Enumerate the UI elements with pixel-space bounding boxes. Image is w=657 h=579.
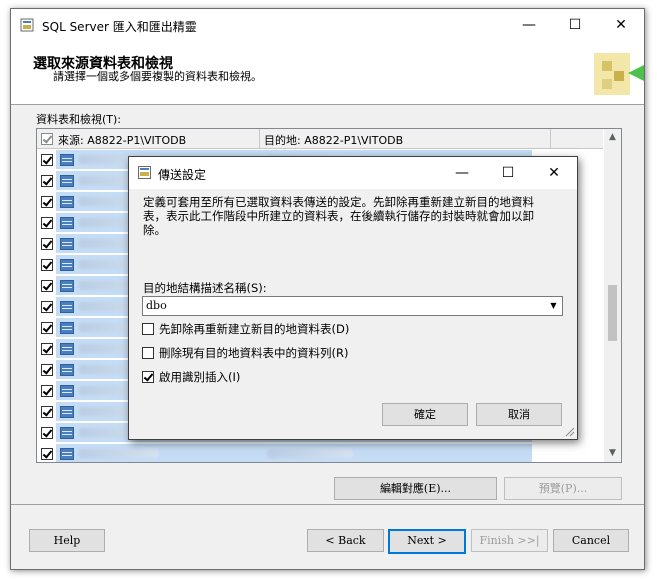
page-subtitle: 請選擇一個或多個要複製的資料表和檢視。	[53, 70, 262, 83]
title-bar: SQL Server 匯入和匯出精靈 — ☐ ✕	[11, 9, 644, 41]
schema-label: 目的地結構描述名稱(S):	[143, 281, 267, 295]
resize-grip-icon[interactable]	[564, 426, 575, 437]
minimize-button[interactable]: —	[506, 9, 552, 41]
row-checkbox[interactable]	[41, 301, 53, 313]
chevron-down-icon[interactable]: ▼	[544, 297, 562, 315]
identity-insert-label: 啟用識別插入(I)	[159, 370, 241, 384]
identity-insert-checkbox[interactable]	[142, 371, 154, 383]
table-icon	[60, 175, 74, 187]
minimize-icon: —	[522, 17, 536, 33]
table-icon	[60, 259, 74, 271]
row-checkbox[interactable]	[41, 448, 53, 460]
scroll-down-icon[interactable]: ▼	[604, 445, 621, 462]
drop-recreate-label: 先卸除再重新建立新目的地資料表(D)	[159, 322, 350, 336]
schema-value: dbo	[146, 299, 167, 312]
table-icon	[60, 322, 74, 334]
table-icon	[60, 301, 74, 313]
source-column-header: 來源: A8822-P1\VITODB	[37, 129, 260, 148]
destination-column-label: 目的地: A8822-P1\VITODB	[264, 134, 404, 147]
dialog-cancel-button[interactable]: 取消	[476, 403, 562, 426]
scroll-up-icon[interactable]: ▲	[604, 129, 621, 146]
maximize-icon: ☐	[501, 165, 515, 181]
row-checkbox[interactable]	[41, 217, 53, 229]
close-icon: ✕	[615, 17, 627, 33]
table-icon	[60, 196, 74, 208]
dialog-description: 定義可套用至所有已選取資料表傳送的設定。先卸除再重新建立新目的地資料表，表示此工…	[143, 195, 534, 237]
wizard-header: 選取來源資料表和檢視 請選擇一個或多個要複製的資料表和檢視。	[11, 41, 644, 105]
row-checkbox[interactable]	[41, 196, 53, 208]
wizard-logo-icon	[594, 53, 644, 95]
back-button[interactable]: < Back	[307, 529, 384, 552]
destination-name-redacted	[267, 449, 353, 458]
table-icon	[60, 364, 74, 376]
row-checkbox[interactable]	[41, 364, 53, 376]
table-icon	[60, 280, 74, 292]
table-icon	[60, 154, 74, 166]
row-checkbox[interactable]	[41, 343, 53, 355]
table-icon	[60, 238, 74, 250]
maximize-button[interactable]: ☐	[552, 9, 598, 41]
grid-header: 來源: A8822-P1\VITODB 目的地: A8822-P1\VITODB	[37, 129, 603, 149]
row-checkbox[interactable]	[41, 406, 53, 418]
row-checkbox[interactable]	[41, 280, 53, 292]
schema-combobox[interactable]: dbo ▼	[142, 296, 563, 316]
delete-rows-label: 刪除現有目的地資料表中的資料列(R)	[159, 346, 349, 360]
app-icon	[20, 18, 34, 32]
minimize-icon: —	[455, 165, 469, 181]
source-name-redacted	[79, 449, 159, 458]
dialog-maximize-button[interactable]: ☐	[485, 157, 531, 189]
maximize-icon: ☐	[568, 17, 582, 33]
source-column-label: 來源: A8822-P1\VITODB	[58, 134, 187, 147]
table-icon	[60, 427, 74, 439]
row-checkbox[interactable]	[41, 175, 53, 187]
table-icon	[60, 406, 74, 418]
delete-rows-checkbox[interactable]	[142, 347, 154, 359]
table-icon	[60, 217, 74, 229]
close-icon: ✕	[548, 165, 560, 181]
close-button[interactable]: ✕	[598, 9, 644, 41]
footer-divider	[11, 504, 644, 505]
cancel-button[interactable]: Cancel	[553, 529, 629, 552]
transfer-settings-dialog: 傳送設定 — ☐ ✕ 定義可套用至所有已選取資料表傳送的設定。先卸除再重新建立新…	[128, 156, 578, 440]
table-icon	[60, 385, 74, 397]
next-button[interactable]: Next >	[388, 529, 466, 554]
dialog-title: 傳送設定	[158, 168, 207, 182]
dialog-app-icon	[138, 166, 151, 179]
table-icon	[60, 448, 74, 460]
destination-column-header: 目的地: A8822-P1\VITODB	[260, 129, 551, 148]
row-checkbox[interactable]	[41, 259, 53, 271]
finish-button[interactable]: Finish >>|	[471, 529, 548, 552]
dialog-ok-button[interactable]: 確定	[382, 403, 468, 426]
row-checkbox[interactable]	[41, 427, 53, 439]
preview-button[interactable]: 預覽(P)...	[504, 477, 622, 500]
row-checkbox[interactable]	[41, 238, 53, 250]
drop-recreate-checkbox[interactable]	[142, 323, 154, 335]
row-checkbox[interactable]	[41, 154, 53, 166]
dialog-title-bar: 傳送設定 — ☐ ✕	[129, 157, 577, 189]
table-row[interactable]	[37, 443, 603, 462]
table-icon	[60, 343, 74, 355]
help-button[interactable]: Help	[29, 529, 105, 552]
row-checkbox[interactable]	[41, 385, 53, 397]
grid-scrollbar[interactable]: ▲ ▼	[604, 129, 621, 462]
window-title: SQL Server 匯入和匯出精靈	[42, 20, 197, 34]
edit-mappings-button[interactable]: 編輯對應(E)...	[334, 477, 497, 500]
select-all-checkbox[interactable]	[41, 133, 53, 145]
scroll-thumb[interactable]	[608, 285, 617, 341]
dialog-close-button[interactable]: ✕	[531, 157, 577, 189]
tables-label: 資料表和檢視(T):	[36, 113, 122, 126]
row-checkbox[interactable]	[41, 322, 53, 334]
dialog-minimize-button[interactable]: —	[439, 157, 485, 189]
